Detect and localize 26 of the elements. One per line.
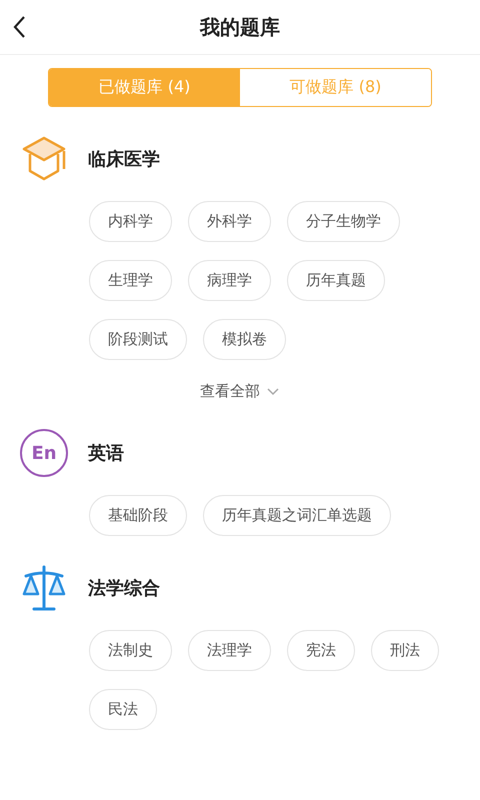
category-title: 英语 (88, 442, 124, 465)
category-title: 临床医学 (88, 148, 160, 171)
show-all-link[interactable]: 查看全部 (200, 382, 280, 401)
subject-tag[interactable]: 分子生物学 (287, 201, 400, 242)
subject-tag[interactable]: 历年真题 (287, 260, 385, 301)
subject-tag[interactable]: 生理学 (89, 260, 172, 301)
subject-tag[interactable]: 法理学 (188, 630, 271, 671)
graduation-cap-icon (20, 135, 68, 183)
subject-tag[interactable]: 基础阶段 (89, 495, 187, 536)
chevron-down-icon (266, 386, 280, 396)
subject-tag[interactable]: 法制史 (89, 630, 172, 671)
subject-tag[interactable]: 民法 (89, 689, 157, 730)
english-icon: En (20, 429, 68, 477)
subject-tag[interactable]: 外科学 (188, 201, 271, 242)
subject-tag[interactable]: 阶段测试 (89, 319, 187, 360)
back-button[interactable] (12, 15, 26, 39)
back-icon (12, 15, 26, 39)
subject-tag[interactable]: 模拟卷 (203, 319, 286, 360)
subject-tag[interactable]: 刑法 (371, 630, 439, 671)
category-title: 法学综合 (88, 577, 160, 600)
subject-tag[interactable]: 宪法 (287, 630, 355, 671)
scales-icon (20, 564, 68, 612)
subject-tag[interactable]: 历年真题之词汇单选题 (203, 495, 391, 536)
page-title: 我的题库 (200, 14, 280, 40)
subject-tag[interactable]: 内科学 (89, 201, 172, 242)
subject-tag[interactable]: 病理学 (188, 260, 271, 301)
